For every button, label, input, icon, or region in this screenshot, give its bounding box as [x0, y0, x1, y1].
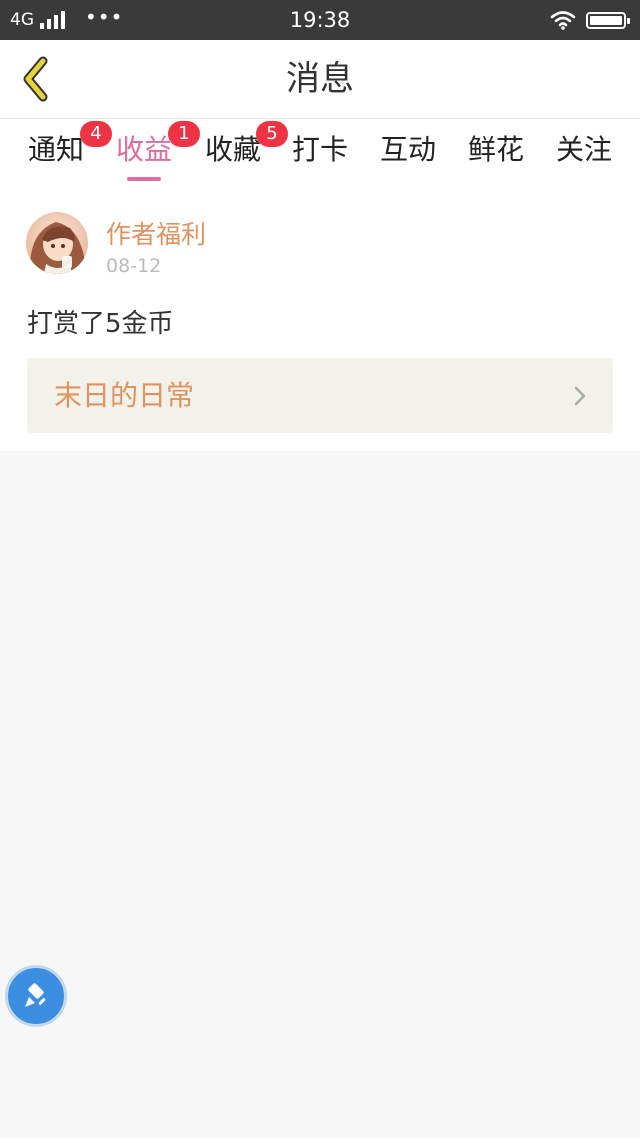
tab-label: 收益 [115, 133, 172, 166]
battery-level [590, 15, 622, 25]
message-text: 打赏了5金币 [27, 309, 174, 339]
tab-interaction[interactable]: 互动 [376, 129, 440, 185]
tab-favorites[interactable]: 收藏 5 [201, 121, 288, 185]
battery-icon [586, 11, 630, 29]
header: 消息 [0, 40, 640, 119]
avatar-image [26, 212, 88, 274]
tab-label: 收藏 [204, 133, 261, 166]
book-title: 末日的日常 [54, 379, 195, 412]
tab-label: 鲜花 [467, 133, 524, 166]
wifi-icon [550, 11, 576, 30]
tab-follow[interactable]: 关注 [552, 129, 616, 185]
tab-checkin[interactable]: 打卡 [288, 129, 352, 185]
tab-label: 互动 [379, 133, 436, 166]
tab-flowers[interactable]: 鲜花 [464, 129, 528, 185]
tab-notifications[interactable]: 通知 4 [24, 121, 112, 185]
brush-icon [25, 983, 46, 1007]
notification-badge: 1 [168, 121, 200, 147]
tab-label: 打卡 [291, 133, 348, 166]
message-date: 08-12 [106, 255, 162, 277]
notification-badge: 4 [80, 121, 112, 147]
author-name[interactable]: 作者福利 [106, 215, 206, 251]
status-bar: 4G ••• 19:38 [0, 0, 640, 40]
tab-earnings[interactable]: 收益 1 [112, 121, 200, 185]
active-tab-indicator [127, 177, 161, 181]
status-time: 19:38 [289, 8, 351, 32]
avatar[interactable] [26, 212, 88, 274]
tab-label: 通知 [27, 133, 84, 166]
notification-badge: 5 [256, 121, 288, 147]
back-button[interactable] [12, 54, 60, 104]
page-title: 消息 [286, 59, 354, 99]
status-right [550, 0, 630, 40]
tab-bar: 通知 4 收益 1 收藏 5 打卡 互动 鲜花 关注 [0, 119, 640, 191]
floating-brush-button[interactable] [5, 965, 67, 1027]
chevron-right-icon [574, 386, 586, 406]
tab-label: 关注 [555, 133, 612, 166]
message-card: 作者福利 08-12 打赏了5金币 末日的日常 [0, 191, 640, 451]
book-link[interactable]: 末日的日常 [27, 358, 613, 433]
chevron-left-icon [23, 56, 48, 102]
